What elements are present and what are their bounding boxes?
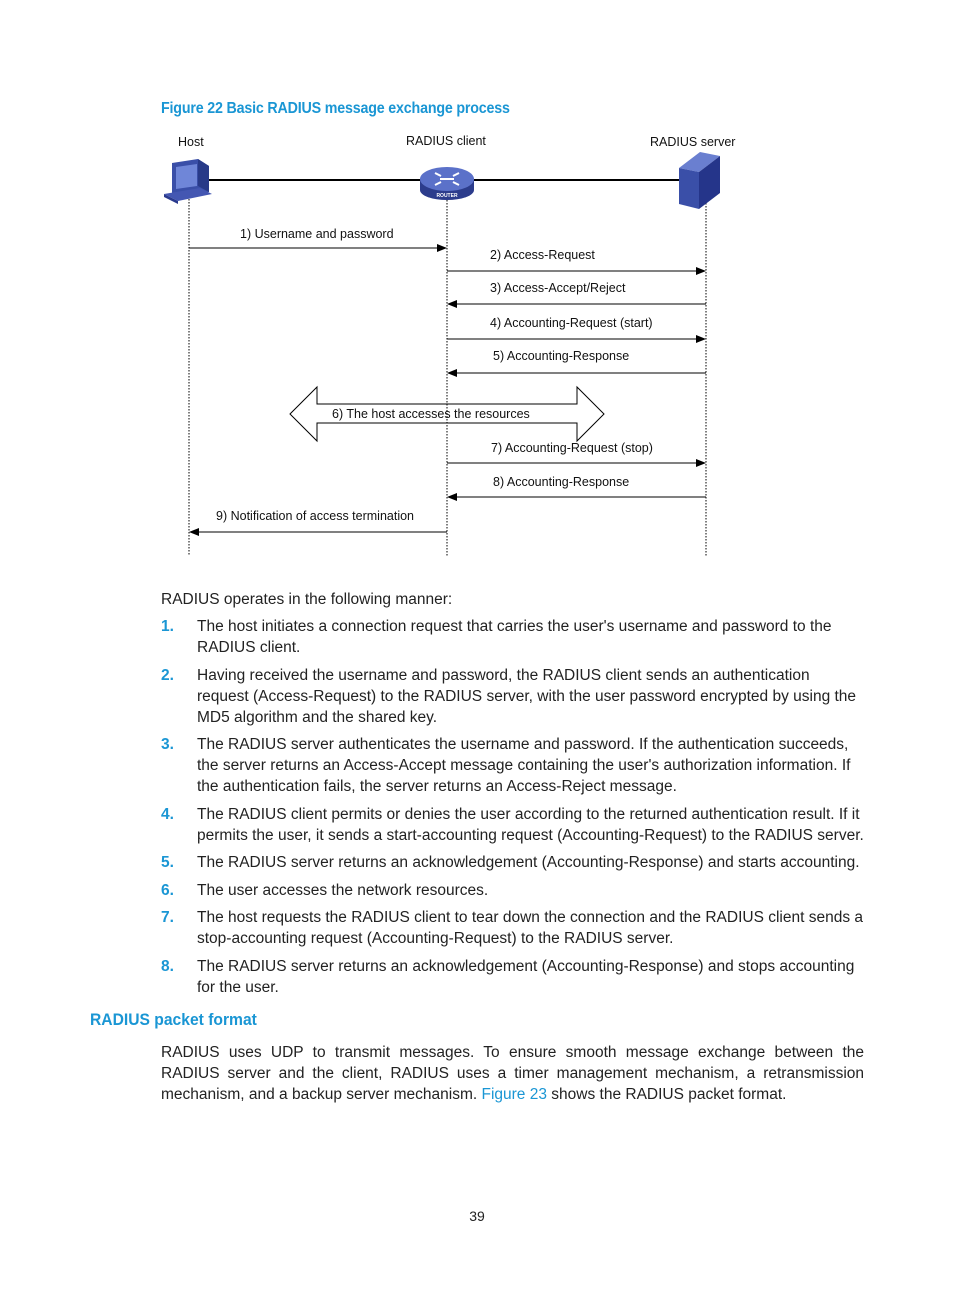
intro-text: RADIUS operates in the following manner: (161, 591, 453, 608)
message-8-label: 8) Accounting-Response (493, 475, 629, 489)
section-paragraph: RADIUS uses UDP to transmit messages. To… (161, 1042, 864, 1105)
message-5-label: 5) Accounting-Response (493, 349, 629, 363)
paragraph-text-after: shows the RADIUS packet format. (546, 1086, 787, 1103)
step-item: 7. The host requests the RADIUS client to… (161, 907, 864, 949)
message-4-label: 4) Accounting-Request (start) (490, 316, 653, 330)
step-text: The user accesses the network resources. (197, 881, 489, 899)
step-item: 3. The RADIUS server authenticates the us… (161, 734, 864, 797)
message-7-label: 7) Accounting-Request (stop) (491, 441, 653, 455)
client-label: RADIUS client (406, 134, 486, 148)
step-number: 1. (161, 618, 174, 635)
step-item: 5. The RADIUS server returns an acknowled… (161, 852, 864, 873)
host-label: Host (178, 135, 204, 149)
step-item: 6. The user accesses the network resource… (161, 880, 864, 901)
step-text: The host initiates a connection request … (197, 618, 832, 656)
page-number: 39 (469, 1208, 485, 1224)
step-number: 5. (161, 854, 174, 871)
step-text: Having received the username and passwor… (197, 666, 857, 726)
step-text: The RADIUS server returns an acknowledge… (197, 854, 860, 871)
message-1: 1) Username and password (189, 227, 447, 252)
figure-23-link[interactable]: Figure 23 (481, 1086, 546, 1103)
step-number: 6. (161, 881, 174, 899)
section-heading: RADIUS packet format (90, 1010, 257, 1029)
message-3-label: 3) Access-Accept/Reject (490, 281, 626, 295)
step-text: The RADIUS client permits or denies the … (197, 805, 864, 844)
message-9: 9) Notification of access termination (189, 509, 447, 536)
step-number: 2. (161, 666, 174, 684)
message-2-label: 2) Access-Request (490, 248, 595, 262)
message-1-label: 1) Username and password (240, 227, 394, 241)
step-text: The RADIUS server returns an acknowledge… (197, 957, 855, 996)
step-item: 8. The RADIUS server returns an acknowled… (161, 956, 864, 998)
step-text: The RADIUS server authenticates the user… (197, 736, 851, 795)
step-number: 7. (161, 909, 174, 926)
message-9-label: 9) Notification of access termination (216, 509, 414, 523)
step-item: 4. The RADIUS client permits or denies th… (161, 804, 864, 846)
server-icon (679, 152, 720, 209)
message-2: 2) Access-Request (447, 248, 706, 275)
server-label: RADIUS server (650, 135, 735, 149)
message-8: 8) Accounting-Response (447, 475, 706, 501)
host-computer-icon (164, 159, 212, 204)
router-icon: ROUTER (420, 167, 474, 200)
message-7: 7) Accounting-Request (stop) (447, 441, 706, 467)
step-number: 8. (161, 957, 174, 975)
router-badge: ROUTER (436, 193, 458, 199)
message-6-label: 6) The host accesses the resources (332, 407, 530, 421)
radius-exchange-diagram: Host RADIUS client RADIUS server ROUTER … (164, 134, 735, 556)
step-number: 4. (161, 805, 174, 823)
message-5: 5) Accounting-Response (447, 349, 706, 377)
steps-list: 1. The host initiates a connection reques… (161, 616, 864, 1004)
step-item: 2. Having received the username and passw… (161, 665, 864, 728)
step-item: 1. The host initiates a connection reques… (161, 616, 864, 658)
message-3: 3) Access-Accept/Reject (447, 281, 706, 308)
step-number: 3. (161, 736, 174, 753)
message-6-double-arrow: 6) The host accesses the resources (289, 385, 605, 443)
step-text: The host requests the RADIUS client to t… (197, 909, 864, 947)
message-4: 4) Accounting-Request (start) (447, 316, 706, 343)
